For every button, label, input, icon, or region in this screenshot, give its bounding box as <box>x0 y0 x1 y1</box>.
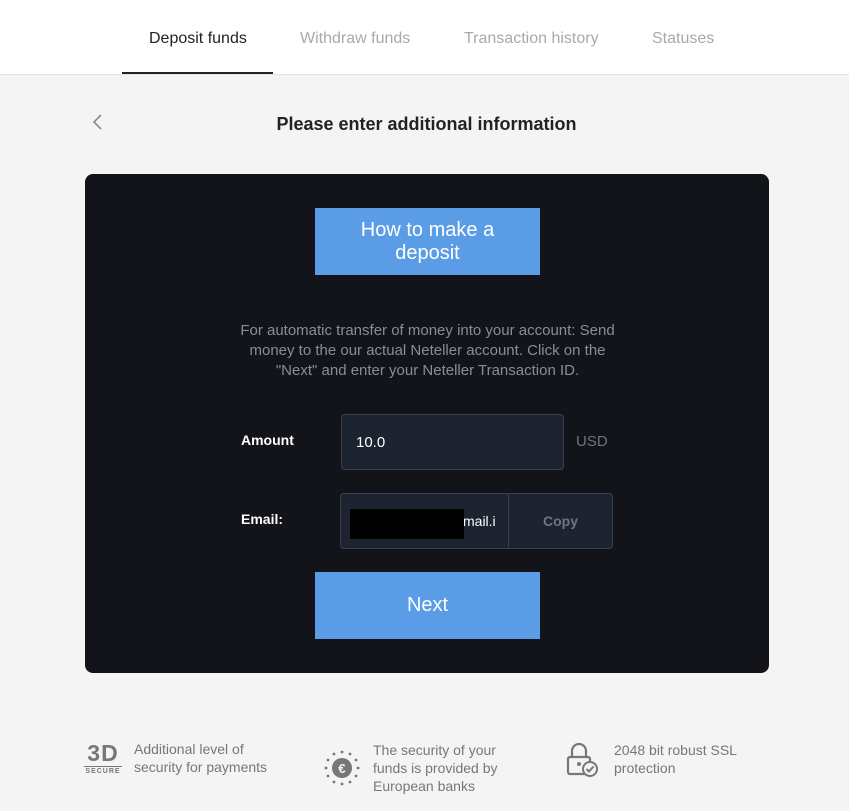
euro-stars-icon: € <box>323 749 361 787</box>
feature-3d-secure: 3D SECURE Additional level of security f… <box>84 740 274 776</box>
3d-secure-icon-subtext: SECURE <box>84 765 122 775</box>
tab-deposit-funds[interactable]: Deposit funds <box>149 30 247 48</box>
3d-secure-icon: 3D SECURE <box>84 739 122 775</box>
feature-european-banks-text: The security of your funds is provided b… <box>373 742 498 794</box>
active-tab-underline <box>122 72 273 74</box>
amount-value: 10.0 <box>356 433 386 451</box>
tab-statuses[interactable]: Statuses <box>652 30 714 48</box>
copy-button[interactable]: Copy <box>509 494 612 548</box>
redaction-block <box>350 509 464 539</box>
feature-ssl: 2048 bit robust SSL protection <box>564 740 754 778</box>
amount-input[interactable]: 10.0 <box>341 414 564 470</box>
tab-withdraw-funds[interactable]: Withdraw funds <box>300 30 410 48</box>
deposit-panel: How to make a deposit For automatic tran… <box>85 174 769 673</box>
instruction-text: For automatic transfer of money into you… <box>240 322 615 379</box>
how-to-deposit-button[interactable]: How to make a deposit <box>315 208 540 275</box>
svg-text:€: € <box>338 761 345 776</box>
email-field[interactable]: mail.i Copy <box>340 493 613 549</box>
feature-european-banks: € The security of your funds is provided… <box>323 741 503 795</box>
3d-secure-icon-text: 3D <box>87 739 119 766</box>
feature-ssl-text: 2048 bit robust SSL protection <box>614 742 737 776</box>
lock-check-icon <box>564 740 602 778</box>
next-button[interactable]: Next <box>315 572 540 639</box>
email-label: Email: <box>241 511 284 527</box>
email-value-text: mail.i <box>463 513 496 529</box>
currency-label: USD <box>576 433 608 450</box>
page-title: Please enter additional information <box>276 114 577 134</box>
top-tab-bar: Deposit funds Withdraw funds Transaction… <box>0 0 849 75</box>
tab-transaction-history[interactable]: Transaction history <box>464 30 599 48</box>
amount-label: Amount <box>241 432 294 448</box>
feature-3d-secure-text: Additional level of security for payment… <box>134 741 268 775</box>
